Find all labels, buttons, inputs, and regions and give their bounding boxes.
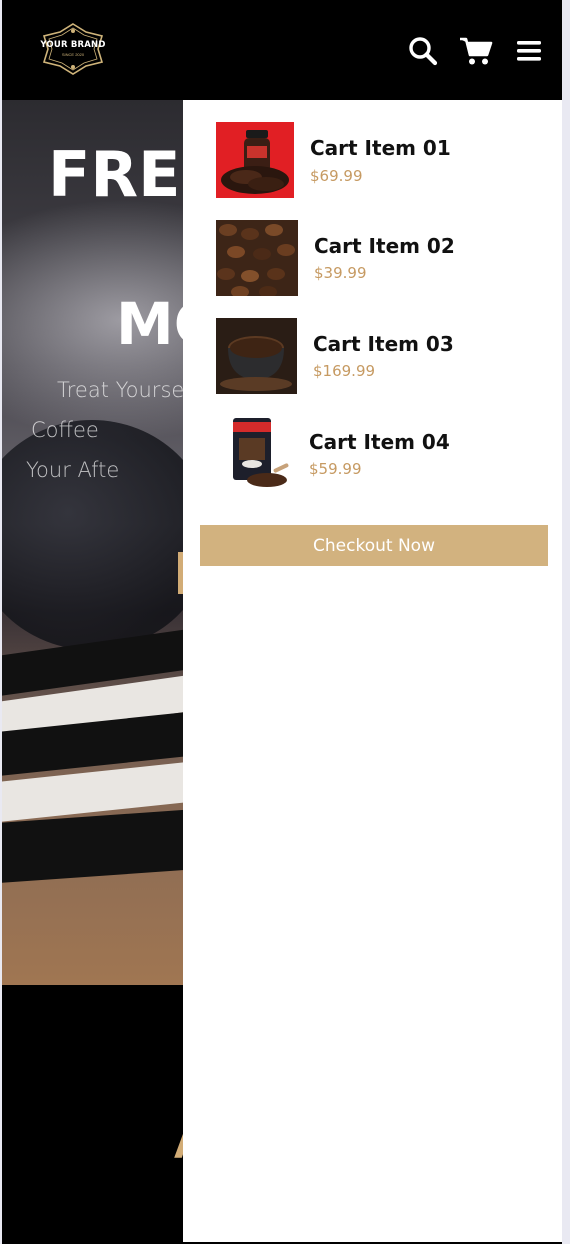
cart-item-name: Cart Item 02 [314, 234, 455, 258]
brand-tagline: SINCE 2020 [61, 52, 85, 57]
cart-item-image [223, 414, 293, 492]
cart-item-price: $69.99 [310, 167, 363, 185]
site-header: YOUR BRAND SINCE 2020 [2, 0, 562, 100]
search-icon [409, 37, 438, 66]
hero-text-line: Treat Yoursel [57, 378, 191, 402]
cart-item-name: Cart Item 01 [310, 136, 451, 160]
cart-item-image [216, 122, 294, 198]
hero-text-line: Coffee [31, 418, 99, 442]
window-edge [562, 0, 570, 1244]
brand-logo[interactable]: YOUR BRAND SINCE 2020 [40, 22, 106, 76]
menu-icon [517, 41, 541, 61]
coffee-jar-image [221, 130, 289, 194]
hero-text-line: Your Afte [26, 458, 120, 482]
cart-item-price: $59.99 [309, 460, 362, 478]
page: YOUR BRAND SINCE 2020 FRES MC Treat Your… [2, 0, 562, 1244]
espresso-portafilter-image [216, 318, 297, 394]
cart-button[interactable] [459, 34, 493, 68]
coffee-beans-image [217, 224, 295, 296]
cart-item-price: $169.99 [313, 362, 376, 380]
cart-item-image [216, 318, 297, 394]
cart-item-image [216, 220, 298, 296]
brand-name: YOUR BRAND [40, 40, 106, 50]
cart-item-price: $39.99 [314, 264, 367, 282]
cart-item-name: Cart Item 03 [313, 332, 454, 356]
menu-button[interactable] [512, 34, 546, 68]
hero-background-cup [2, 420, 212, 650]
cart-panel: Cart Item 01 $69.99 Cart Item 02 $39.99 … [183, 100, 562, 1242]
cart-item-name: Cart Item 04 [309, 430, 450, 454]
coffee-can-image [233, 418, 289, 487]
cart-icon [460, 37, 493, 65]
checkout-button[interactable]: Checkout Now [200, 525, 548, 566]
search-button[interactable] [406, 34, 440, 68]
